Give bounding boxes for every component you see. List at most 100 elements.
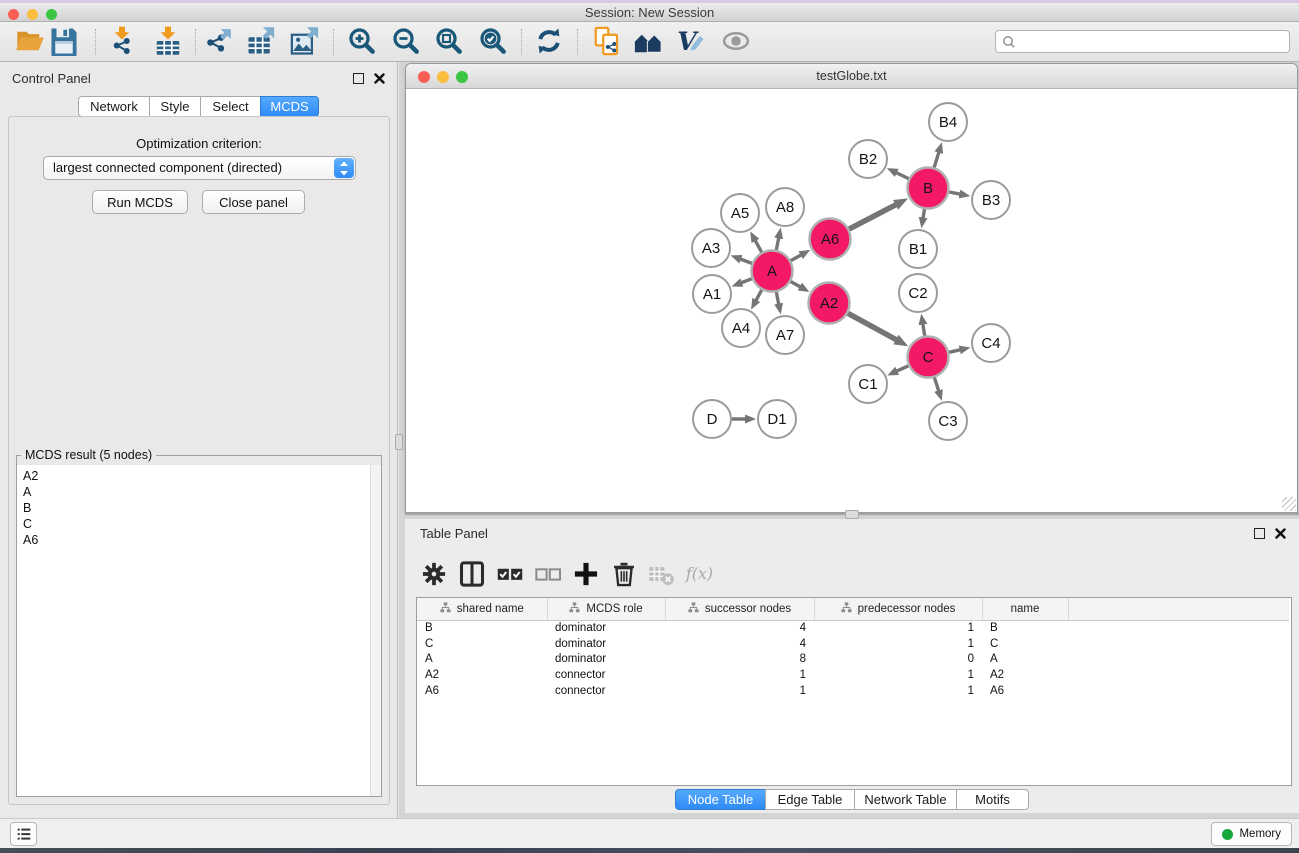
criterion-dropdown[interactable]: largest connected component (directed) bbox=[43, 156, 356, 180]
graph-edge-A-A4[interactable] bbox=[756, 290, 762, 301]
graph-edge-B-B1[interactable] bbox=[923, 209, 925, 218]
table-cell[interactable]: 4 bbox=[665, 636, 814, 652]
table-cell[interactable]: 4 bbox=[665, 620, 814, 636]
hide-panel-icon[interactable] bbox=[721, 26, 751, 56]
table-cell[interactable] bbox=[1068, 652, 1289, 668]
table-cell[interactable]: C bbox=[417, 636, 547, 652]
table-tab-edge-table[interactable]: Edge Table bbox=[765, 789, 855, 810]
table-cell[interactable]: 0 bbox=[814, 652, 982, 668]
show-all-networks-icon[interactable] bbox=[633, 26, 663, 56]
graph-edge-A-A1[interactable] bbox=[741, 279, 752, 283]
graph-edge-A-A8[interactable] bbox=[776, 237, 779, 250]
graph-edge-B-B2[interactable] bbox=[896, 173, 909, 179]
graph-node-A3[interactable]: A3 bbox=[692, 229, 730, 267]
graph-edge-C-C2[interactable] bbox=[923, 324, 925, 336]
zoom-selected-icon[interactable] bbox=[478, 26, 508, 56]
window-resize-grip[interactable] bbox=[1282, 497, 1296, 511]
column-header-name[interactable]: name bbox=[982, 598, 1068, 620]
table-float-panel-icon[interactable] bbox=[1254, 528, 1265, 539]
graph-edge-A-A3[interactable] bbox=[740, 259, 752, 264]
graph-node-C1[interactable]: C1 bbox=[849, 365, 887, 403]
table-cell[interactable]: A bbox=[982, 652, 1068, 668]
graph-edge-A6-B[interactable] bbox=[849, 204, 896, 229]
table-tab-node-table[interactable]: Node Table bbox=[675, 789, 766, 810]
table-cell[interactable]: 1 bbox=[814, 683, 982, 699]
graph-node-B1[interactable]: B1 bbox=[899, 230, 937, 268]
tab-mcds[interactable]: MCDS bbox=[260, 96, 319, 117]
mcds-result-item[interactable]: C bbox=[23, 516, 381, 532]
mcds-result-item[interactable]: A bbox=[23, 484, 381, 500]
graph-edge-A-A2[interactable] bbox=[791, 282, 801, 288]
export-table-icon[interactable] bbox=[246, 26, 276, 56]
task-history-button[interactable] bbox=[10, 822, 37, 846]
table-row[interactable]: Bdominator41B bbox=[417, 620, 1289, 636]
graph-edge-C-C1[interactable] bbox=[896, 366, 908, 372]
zoom-out-icon[interactable] bbox=[391, 26, 421, 56]
run-mcds-button[interactable]: Run MCDS bbox=[92, 190, 188, 214]
graph-edge-C-C4[interactable] bbox=[949, 350, 961, 353]
mcds-result-item[interactable]: A6 bbox=[23, 532, 381, 548]
float-panel-icon[interactable] bbox=[353, 73, 364, 84]
show-columns-icon[interactable] bbox=[458, 560, 486, 588]
zoom-in-icon[interactable] bbox=[347, 26, 377, 56]
select-all-icon[interactable] bbox=[496, 560, 524, 588]
table-cell[interactable]: 1 bbox=[814, 667, 982, 683]
table-cell[interactable]: dominator bbox=[547, 620, 665, 636]
graph-node-C2[interactable]: C2 bbox=[899, 274, 937, 312]
graph-edge-B-B3[interactable] bbox=[949, 192, 960, 194]
search-field[interactable] bbox=[995, 30, 1290, 53]
graph-node-B[interactable]: B bbox=[908, 168, 949, 209]
graph-node-B3[interactable]: B3 bbox=[972, 181, 1010, 219]
graph-edge-A-A7[interactable] bbox=[776, 292, 779, 305]
column-header-MCDS-role[interactable]: MCDS role bbox=[547, 598, 665, 620]
graph-node-A5[interactable]: A5 bbox=[721, 194, 759, 232]
table-cell[interactable] bbox=[1068, 636, 1289, 652]
network-canvas[interactable]: B4B2BB3A8A5A6A3B1AC2A1A2A4A7C4CC1DD1C3 bbox=[406, 90, 1297, 512]
vertical-splitter-grip[interactable] bbox=[395, 434, 403, 450]
graph-node-B2[interactable]: B2 bbox=[849, 140, 887, 178]
result-list-scrollbar[interactable] bbox=[370, 465, 381, 796]
network-window-titlebar[interactable]: testGlobe.txt bbox=[406, 64, 1297, 89]
table-cell[interactable]: A bbox=[417, 652, 547, 668]
refresh-view-icon[interactable] bbox=[534, 26, 564, 56]
graph-node-C3[interactable]: C3 bbox=[929, 402, 967, 440]
fx-builder-icon[interactable]: f(x) bbox=[685, 560, 713, 588]
column-header-predecessor-nodes[interactable]: predecessor nodes bbox=[814, 598, 982, 620]
table-cell[interactable]: 1 bbox=[814, 636, 982, 652]
table-tab-motifs[interactable]: Motifs bbox=[956, 789, 1029, 810]
table-cell[interactable] bbox=[1068, 683, 1289, 699]
table-cell[interactable]: dominator bbox=[547, 636, 665, 652]
column-header-successor-nodes[interactable]: successor nodes bbox=[665, 598, 814, 620]
graph-node-D[interactable]: D bbox=[693, 400, 731, 438]
column-header-empty[interactable] bbox=[1068, 598, 1289, 620]
tab-select[interactable]: Select bbox=[200, 96, 261, 117]
close-panel-button[interactable]: Close panel bbox=[202, 190, 305, 214]
table-cell[interactable]: dominator bbox=[547, 652, 665, 668]
graph-edge-B-B4[interactable] bbox=[934, 152, 939, 168]
graph-node-A[interactable]: A bbox=[752, 251, 793, 292]
table-cell[interactable]: A2 bbox=[982, 667, 1068, 683]
table-cell[interactable]: connector bbox=[547, 683, 665, 699]
graph-node-A2[interactable]: A2 bbox=[809, 283, 850, 324]
horizontal-splitter-grip[interactable] bbox=[845, 510, 859, 519]
open-session-icon[interactable] bbox=[592, 26, 622, 56]
table-cell[interactable]: C bbox=[982, 636, 1068, 652]
table-row[interactable]: Cdominator41C bbox=[417, 636, 1289, 652]
table-cell[interactable] bbox=[1068, 620, 1289, 636]
table-row[interactable]: Adominator80A bbox=[417, 652, 1289, 668]
table-cell[interactable]: connector bbox=[547, 667, 665, 683]
table-cell[interactable]: A6 bbox=[417, 683, 547, 699]
graph-node-D1[interactable]: D1 bbox=[758, 400, 796, 438]
table-cell[interactable] bbox=[1068, 667, 1289, 683]
graph-node-C4[interactable]: C4 bbox=[972, 324, 1010, 362]
mcds-result-list[interactable]: A2ABCA6 bbox=[17, 465, 381, 796]
graph-node-A7[interactable]: A7 bbox=[766, 316, 804, 354]
settings-gear-icon[interactable] bbox=[420, 560, 448, 588]
table-row[interactable]: A2connector11A2 bbox=[417, 667, 1289, 683]
table-cell[interactable]: 1 bbox=[665, 683, 814, 699]
delete-table-icon[interactable] bbox=[647, 560, 675, 588]
open-file-icon[interactable] bbox=[15, 26, 45, 56]
table-cell[interactable]: A2 bbox=[417, 667, 547, 683]
zoom-fit-icon[interactable] bbox=[434, 26, 464, 56]
graph-node-A1[interactable]: A1 bbox=[693, 275, 731, 313]
